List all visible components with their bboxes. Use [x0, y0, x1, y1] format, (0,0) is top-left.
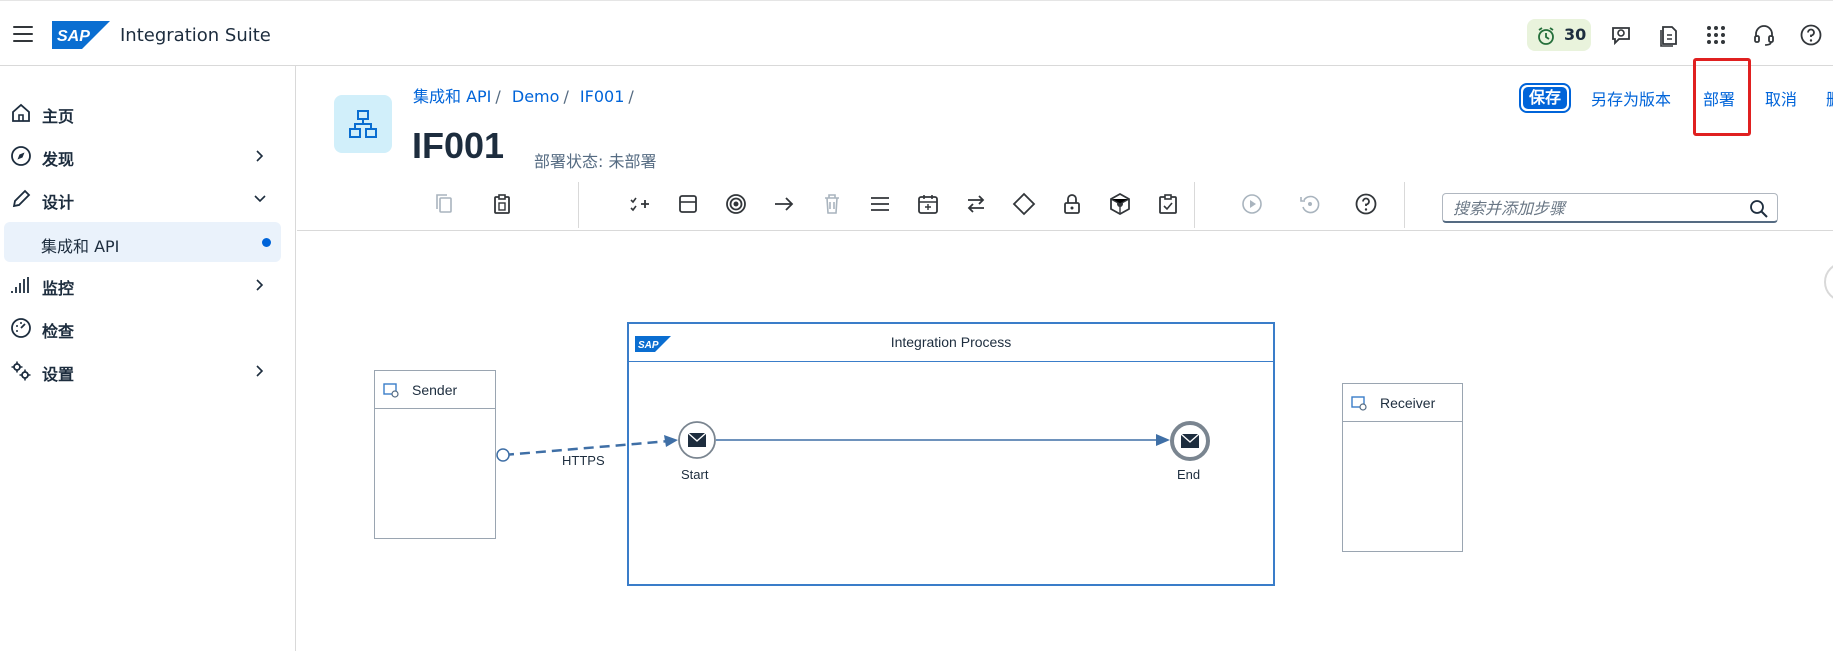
exchange-icon[interactable]: [964, 192, 988, 216]
receiver-header: Receiver: [1343, 384, 1462, 422]
page-title: IF001: [412, 125, 505, 166]
lock-icon[interactable]: [1060, 192, 1084, 216]
sap-logo[interactable]: SAP: [52, 21, 110, 49]
deployment-status: 部署状态: 未部署: [534, 152, 657, 171]
checklist-add-icon[interactable]: [628, 192, 652, 216]
delete-button[interactable]: 删: [1826, 86, 1833, 110]
nav-item-label: 设置: [42, 365, 75, 384]
save-as-version-button[interactable]: 另存为版本: [1591, 86, 1671, 110]
headset-icon[interactable]: [1752, 23, 1776, 47]
connector-arrow-icon[interactable]: [772, 192, 796, 216]
sender-label: Sender: [412, 382, 458, 398]
toolbar-separator: [1194, 182, 1195, 228]
home-icon: [12, 103, 30, 122]
nav-item-label: 监控: [42, 279, 75, 298]
alarm-clock-icon: [1538, 27, 1554, 45]
paste-icon[interactable]: [490, 192, 514, 216]
integration-flow-icon: [334, 95, 392, 153]
calendar-timer-icon[interactable]: [916, 192, 940, 216]
nav-item-design[interactable]: 设计: [0, 179, 296, 219]
svg-text:SAP: SAP: [57, 28, 90, 45]
integration-process-label: Integration Process: [890, 334, 1012, 350]
copy-icon[interactable]: [433, 192, 457, 216]
chevron-down-icon: [254, 195, 266, 203]
system-icon: [383, 383, 399, 398]
selected-indicator: [262, 238, 271, 247]
nav-item-discover[interactable]: 发现: [0, 136, 296, 176]
breadcrumb: 集成和 API / Demo / IF001/: [413, 83, 640, 107]
reset-icon[interactable]: [1298, 192, 1322, 216]
help-icon[interactable]: [1799, 23, 1823, 47]
integration-process-header: SAP Integration Process: [629, 324, 1273, 362]
save-button-label: 保存: [1523, 87, 1567, 109]
step-search-field[interactable]: [1442, 193, 1778, 223]
chevron-right-icon: [256, 365, 264, 377]
deploy-highlight-box: [1693, 58, 1751, 136]
product-title: Integration Suite: [120, 25, 271, 46]
cancel-button[interactable]: 取消: [1765, 86, 1797, 110]
receiver-participant[interactable]: Receiver: [1342, 383, 1463, 552]
nav-item-settings[interactable]: 设置: [0, 351, 296, 391]
notification-badge[interactable]: 30: [1527, 19, 1591, 51]
start-event-icon[interactable]: [677, 420, 717, 460]
gateway-icon[interactable]: [1012, 192, 1036, 216]
sender-header: Sender: [375, 371, 495, 409]
nav-item-label: 发现: [42, 150, 75, 169]
play-icon[interactable]: [1240, 192, 1264, 216]
nav-item-inspect[interactable]: 检查: [0, 308, 296, 348]
palette-toolbar: [297, 180, 1833, 230]
receiver-label: Receiver: [1380, 395, 1436, 411]
delete-icon[interactable]: [820, 192, 844, 216]
toolbar-separator: [578, 182, 579, 228]
list-icon[interactable]: [868, 192, 892, 216]
breadcrumb-link-demo[interactable]: Demo: [512, 87, 560, 106]
feedback-icon[interactable]: [1609, 23, 1633, 47]
shell-bar: SAP Integration Suite 30: [0, 0, 1833, 66]
chevron-right-icon: [256, 279, 264, 291]
nav-item-monitor[interactable]: 监控: [0, 265, 296, 305]
chevron-right-icon: [256, 150, 264, 162]
toolbar-help-icon[interactable]: [1354, 192, 1378, 216]
breadcrumb-link-if001[interactable]: IF001: [580, 87, 624, 106]
toolbar-separator: [1404, 182, 1405, 228]
app-grid-icon[interactable]: [1704, 23, 1728, 47]
gears-icon: [11, 361, 31, 381]
start-event-label: Start: [681, 467, 709, 482]
nav-item-home[interactable]: 主页: [0, 93, 296, 133]
clipboard-check-icon[interactable]: [1156, 192, 1180, 216]
documents-icon[interactable]: [1657, 23, 1681, 47]
breadcrumb-link-integration-api[interactable]: 集成和 API: [413, 87, 491, 106]
cube-icon[interactable]: [1108, 192, 1132, 216]
nav-item-label: 设计: [42, 193, 75, 212]
event-icon[interactable]: [724, 192, 748, 216]
search-icon[interactable]: [1749, 199, 1769, 219]
bar-chart-icon: [11, 277, 29, 293]
participant-icon[interactable]: [676, 192, 700, 216]
breadcrumb-separator: /: [495, 87, 501, 106]
system-icon: [1351, 396, 1367, 411]
compass-icon: [11, 146, 31, 166]
nav-subitem-label: 集成和 API: [41, 237, 120, 256]
menu-icon[interactable]: [13, 26, 33, 42]
nav-subitem-integration-api[interactable]: 集成和 API: [4, 222, 281, 262]
sender-participant[interactable]: Sender: [374, 370, 496, 539]
nav-item-label: 主页: [42, 107, 75, 126]
end-event-icon[interactable]: [1169, 420, 1211, 462]
breadcrumb-separator: /: [628, 87, 634, 106]
side-navigation: 主页 发现 设计 集成和 API 监控 检查 设置: [0, 66, 296, 651]
end-event-label: End: [1177, 467, 1201, 482]
pencil-icon: [12, 189, 31, 208]
save-button[interactable]: 保存: [1519, 83, 1571, 113]
notification-count: 30: [1564, 25, 1587, 44]
gauge-icon: [11, 318, 31, 338]
step-search-input[interactable]: [1453, 198, 1743, 218]
https-connection-label: HTTPS: [562, 453, 605, 468]
nav-item-label: 检查: [42, 322, 75, 341]
breadcrumb-separator: /: [563, 87, 569, 106]
